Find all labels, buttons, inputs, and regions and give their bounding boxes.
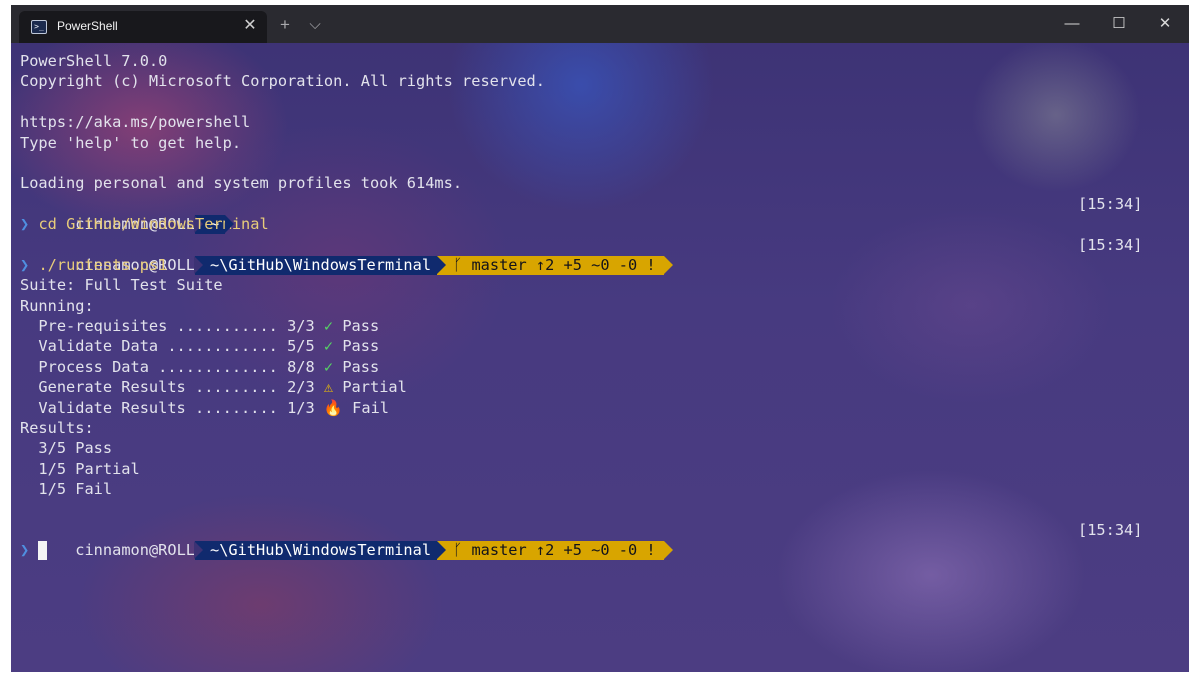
result-summary: 1/5 Partial — [20, 459, 140, 478]
running-label: Running: — [20, 296, 94, 315]
header-line — [20, 153, 1180, 173]
prompt-line: cinnamon@ROLL ~\GitHub\WindowsTerminal ᚴ m… — [20, 235, 1180, 275]
prompt-line: cinnamon@ROLL ~\GitHub\WindowsTerminal ᚴ m… — [20, 520, 1180, 561]
test-name: Generate Results ......... 2/3 — [20, 378, 324, 397]
prompt-arrow-icon: ❯ — [20, 255, 30, 274]
minimize-button[interactable]: — — [1054, 9, 1090, 39]
command-text: ./runtests.ps1 — [38, 255, 168, 274]
result-summary: 3/5 Pass — [20, 439, 113, 458]
prompt-time: [15:34] — [1078, 520, 1143, 539]
header-line: Type 'help' to get help. — [20, 133, 242, 152]
test-name: Validate Data ............ 5/5 — [20, 337, 324, 356]
text-cursor — [38, 541, 48, 561]
header-line: Copyright (c) Microsoft Corporation. All… — [20, 72, 545, 91]
header-line: PowerShell 7.0.0 — [20, 52, 168, 70]
test-result: Partial — [333, 378, 407, 397]
tab-powershell[interactable]: >_ PowerShell ✕ — [19, 11, 267, 43]
check-icon: ✓ — [323, 317, 334, 336]
suite-line: Suite: Full Test Suite — [20, 276, 223, 295]
tab-close-button[interactable]: ✕ — [239, 15, 261, 37]
prompt-arrow-icon: ❯ — [20, 215, 30, 234]
terminal-window: >_ PowerShell ✕ + ⌵ — ☐ ✕ PowerShell 7.0… — [11, 5, 1189, 672]
check-icon: ✓ — [323, 357, 334, 376]
warning-icon: ⚠ — [323, 378, 334, 397]
prompt-time: [15:34] — [1078, 194, 1143, 213]
test-row: Generate Results ......... 2/3 ⚠ Partial — [20, 377, 1180, 397]
tab-title: PowerShell — [57, 19, 118, 33]
close-button[interactable]: ✕ — [1147, 9, 1183, 39]
command-line: ❯ cd GitHub/WindowsTerminal — [20, 214, 1180, 234]
maximize-button[interactable]: ☐ — [1101, 9, 1137, 39]
check-icon: ✓ — [323, 337, 334, 356]
test-name: Validate Results ......... 1/3 — [20, 398, 324, 417]
test-result: Fail — [342, 398, 390, 417]
test-name: Pre-requisites ........... 3/3 — [20, 317, 324, 336]
input-line[interactable]: ❯ — [20, 540, 1180, 561]
result-summary: 1/5 Fail — [20, 480, 113, 499]
fire-icon: 🔥 — [323, 398, 343, 417]
command-line: ❯ ./runtests.ps1 — [20, 255, 1180, 275]
new-tab-button[interactable]: + — [274, 15, 296, 37]
test-result: Pass — [333, 337, 380, 356]
test-row: Process Data ............. 8/8 ✓ Pass — [20, 357, 1180, 377]
test-row: Pre-requisites ........... 3/3 ✓ Pass — [20, 316, 1180, 336]
prompt-line: cinnamon@ROLL ~ [15:34] — [20, 194, 1180, 234]
tab-bar: >_ PowerShell ✕ + ⌵ — ☐ ✕ — [11, 5, 1189, 43]
header-line: Loading personal and system profiles too… — [20, 174, 463, 193]
header-line: https://aka.ms/powershell — [20, 113, 251, 132]
test-name: Process Data ............. 8/8 — [20, 357, 324, 376]
header-line — [20, 92, 1180, 112]
tab-dropdown-button[interactable]: ⌵ — [304, 15, 326, 37]
test-result: Pass — [333, 357, 380, 376]
results-label: Results: — [20, 419, 94, 438]
test-row: Validate Results ......... 1/3 🔥 Fail — [20, 398, 1180, 418]
test-row: Validate Data ............ 5/5 ✓ Pass — [20, 336, 1180, 356]
prompt-arrow-icon: ❯ — [20, 541, 30, 560]
terminal-output[interactable]: PowerShell 7.0.0 Copyright (c) Microsoft… — [20, 51, 1180, 561]
prompt-time: [15:34] — [1078, 235, 1143, 254]
powershell-icon: >_ — [31, 20, 47, 34]
test-result: Pass — [333, 317, 380, 336]
